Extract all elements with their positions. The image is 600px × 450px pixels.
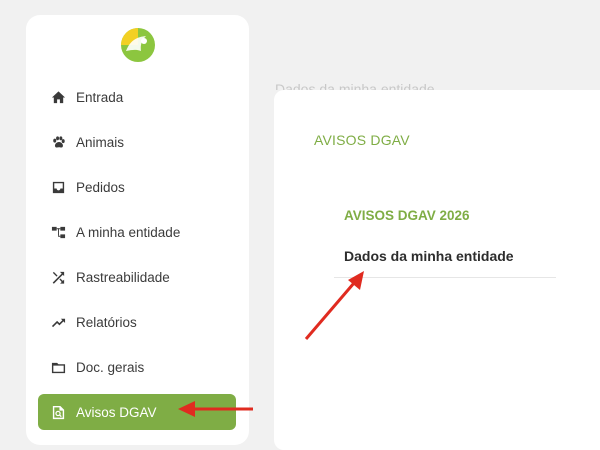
sidebar-item-label: Pedidos [76,179,125,195]
document-search-icon [50,404,66,420]
sidebar-item-doc-gerais[interactable]: Doc. gerais [38,349,236,385]
section-title: AVISOS DGAV [314,132,410,148]
sidebar-item-a-minha-entidade[interactable]: A minha entidade [38,214,236,250]
paw-icon [50,134,66,150]
sidebar-item-label: Rastreabilidade [76,269,170,285]
sidebar-item-avisos-dgav[interactable]: Avisos DGAV [38,394,236,430]
inbox-icon [50,179,66,195]
sidebar-item-label: Avisos DGAV [76,404,157,420]
background-page-title: Dados da minha entidade [275,81,435,90]
org-chart-icon [50,224,66,240]
notices-panel: AVISOS DGAV AVISOS DGAV 2026 Dados da mi… [274,90,600,450]
sidebar-item-label: Animais [76,134,125,150]
sidebar-item-relatorios[interactable]: Relatórios [38,304,236,340]
home-icon [50,89,66,105]
sidebar-item-label: Entrada [76,89,124,105]
sidebar-item-label: Relatórios [76,314,137,330]
notices-group-title: AVISOS DGAV 2026 [344,208,470,223]
sidebar-item-entrada[interactable]: Entrada [38,79,236,115]
sidebar-item-rastreabilidade[interactable]: Rastreabilidade [38,259,236,295]
divider [334,277,556,278]
sidebar-item-label: Doc. gerais [76,359,145,375]
trending-up-icon [50,314,66,330]
sidebar-item-animais[interactable]: Animais [38,124,236,160]
sidebar-item-pedidos[interactable]: Pedidos [38,169,236,205]
shuffle-icon [50,269,66,285]
entity-data-link[interactable]: Dados da minha entidade [344,248,514,264]
sidebar: Entrada Animais Pedidos A minha entidade… [26,15,249,445]
sidebar-item-label: A minha entidade [76,224,181,240]
logo-icon[interactable] [120,27,156,63]
folder-icon [50,359,66,375]
